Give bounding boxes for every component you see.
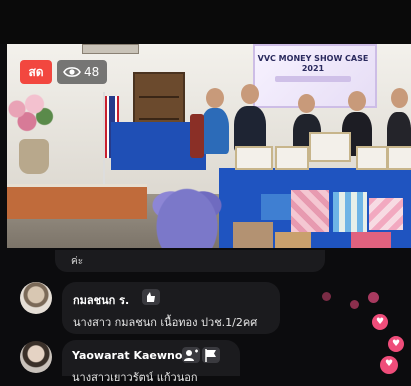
top-bar bbox=[0, 0, 411, 44]
comment-bubble: กมลชนก ร. นางสาว กมลชนก เนื้อทอง ปวช.1/2… bbox=[62, 282, 280, 334]
certificate bbox=[309, 132, 351, 162]
lavender-bouquet bbox=[147, 177, 227, 248]
flower-arrangement bbox=[7, 89, 57, 139]
vase bbox=[19, 139, 49, 174]
person-head bbox=[206, 88, 224, 108]
wall-frame bbox=[82, 44, 139, 54]
comment-text: ค่ะ bbox=[71, 256, 84, 267]
eye-icon bbox=[63, 67, 81, 77]
heart-icon: ♥ bbox=[372, 314, 388, 330]
gift-box bbox=[333, 192, 367, 232]
person bbox=[201, 108, 229, 154]
avatar[interactable] bbox=[20, 341, 52, 373]
chair bbox=[190, 114, 204, 158]
comment-text: นางสาวเยาวรัตน์ แก้วนอก bbox=[72, 371, 198, 384]
stage-front bbox=[7, 184, 147, 219]
commenter-name[interactable]: Yaowarat Kaewnok bbox=[72, 349, 190, 362]
comment-bubble: ค่ะ bbox=[55, 250, 325, 272]
gift-box bbox=[351, 232, 391, 248]
fan-badge-icon bbox=[142, 289, 160, 305]
person-head bbox=[391, 88, 408, 108]
event-banner-title: VVC MONEY SHOW CASE 2021 bbox=[257, 54, 369, 73]
heart-icon: ♥ bbox=[388, 336, 404, 352]
gift-box bbox=[261, 194, 291, 220]
cardboard-box bbox=[233, 222, 273, 248]
gift-box bbox=[369, 198, 403, 230]
commenter-name[interactable]: กมลชนก ร. bbox=[73, 291, 129, 309]
viewer-count-badge[interactable]: 48 bbox=[57, 60, 107, 84]
viewer-count: 48 bbox=[84, 65, 100, 79]
certificate bbox=[356, 146, 388, 170]
fan-badge-icon bbox=[182, 347, 200, 363]
person-head bbox=[241, 84, 259, 104]
certificate bbox=[275, 146, 309, 170]
avatar[interactable] bbox=[20, 282, 52, 314]
comment-text: นางสาว กมลชนก เนื้อทอง ปวช.1/2คศ bbox=[73, 316, 258, 329]
certificate bbox=[387, 146, 411, 170]
heart-icon bbox=[350, 300, 359, 309]
person-head bbox=[348, 91, 366, 111]
cardboard-box bbox=[275, 232, 311, 248]
live-badge: สด bbox=[20, 60, 52, 84]
flag-badge-icon bbox=[202, 347, 220, 363]
heart-icon: ♥ bbox=[380, 356, 398, 374]
heart-icon bbox=[368, 292, 379, 303]
person-head bbox=[298, 94, 315, 113]
certificate bbox=[235, 146, 273, 170]
gift-box bbox=[291, 190, 329, 232]
comment-bubble: Yaowarat Kaewnok นางสาวเยาวรัตน์ แก้วนอก bbox=[62, 340, 240, 384]
heart-icon bbox=[322, 292, 331, 301]
